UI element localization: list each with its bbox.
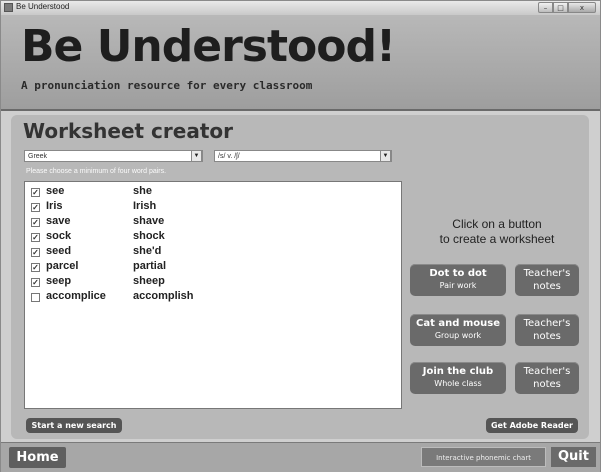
join-the-club-notes-button[interactable]: Teacher's notes: [515, 362, 579, 394]
worksheet-creator-panel: Worksheet creator Greek ▼ /s/ v. /ʃ/ ▼ P…: [11, 115, 589, 439]
chevron-down-icon[interactable]: ▼: [380, 150, 391, 162]
phonemic-chart-button[interactable]: Interactive phonemic chart: [421, 447, 546, 467]
word-2: Irish: [133, 200, 157, 212]
app-window: Be Understood – □ x Be Understood! A pro…: [0, 0, 601, 472]
dot-to-dot-button[interactable]: Dot to dot Pair work: [410, 264, 506, 296]
title-bar: Be Understood – □ x: [1, 1, 600, 15]
dot-to-dot-notes-button[interactable]: Teacher's notes: [515, 264, 579, 296]
word-1: seep: [46, 275, 72, 287]
get-adobe-reader-button[interactable]: Get Adobe Reader: [486, 418, 578, 433]
prompt-line-2: to create a worksheet: [439, 232, 555, 246]
word-1: seed: [46, 245, 72, 257]
word-1: Iris: [46, 200, 63, 212]
window-controls: – □ x: [538, 2, 596, 14]
pair-checkbox[interactable]: ✓: [31, 263, 40, 272]
maximize-button[interactable]: □: [553, 2, 568, 13]
instruction-text: Please choose a minimum of four word pai…: [26, 168, 167, 175]
word-2: sheep: [133, 275, 165, 287]
word-2: she: [133, 185, 152, 197]
word-2: accomplish: [133, 290, 194, 302]
word-2: shock: [133, 230, 165, 242]
prompt-line-1: Click on a button: [452, 217, 542, 231]
word-pair-list: ✓ see she ✓ Iris Irish ✓ save shave ✓ so…: [24, 181, 402, 409]
word-1: save: [46, 215, 71, 227]
button-title-line-2: notes: [533, 281, 561, 292]
button-subtitle: Whole class: [434, 379, 482, 388]
button-title: Dot to dot: [429, 268, 487, 279]
pair-checkbox[interactable]: ✓: [31, 278, 40, 287]
chevron-down-icon[interactable]: ▼: [191, 150, 202, 162]
quit-button[interactable]: Quit: [551, 447, 596, 467]
language-select-value: Greek: [28, 153, 48, 160]
button-title: Join the club: [422, 366, 494, 377]
join-the-club-button[interactable]: Join the club Whole class: [410, 362, 506, 394]
cat-and-mouse-button[interactable]: Cat and mouse Group work: [410, 314, 506, 346]
close-button[interactable]: x: [568, 2, 596, 13]
button-title: Teacher's: [523, 366, 571, 377]
app-header: Be Understood! A pronunciation resource …: [1, 15, 600, 111]
sound-pair-select-value: /s/ v. /ʃ/: [218, 153, 240, 160]
worksheet-prompt: Click on a button to create a worksheet: [409, 217, 585, 247]
word-1: parcel: [46, 260, 79, 272]
word-1: accomplice: [46, 290, 106, 302]
button-title-line-2: notes: [533, 379, 561, 390]
word-2: shave: [133, 215, 165, 227]
pair-checkbox[interactable]: ✓: [31, 233, 40, 242]
button-title: Cat and mouse: [416, 318, 500, 329]
pair-checkbox[interactable]: ✓: [31, 188, 40, 197]
app-tagline: A pronunciation resource for every class…: [21, 79, 313, 92]
section-title: Worksheet creator: [23, 119, 233, 143]
window-title: Be Understood: [16, 2, 70, 11]
cat-and-mouse-notes-button[interactable]: Teacher's notes: [515, 314, 579, 346]
button-subtitle: Group work: [434, 331, 482, 340]
app-logo: Be Understood!: [21, 21, 396, 72]
button-title: Teacher's: [523, 318, 571, 329]
pair-checkbox[interactable]: ✓: [31, 203, 40, 212]
word-1: sock: [46, 230, 72, 242]
home-button[interactable]: Home: [9, 447, 66, 468]
sound-pair-select[interactable]: /s/ v. /ʃ/ ▼: [214, 150, 392, 162]
app-icon: [4, 3, 13, 12]
minimize-button[interactable]: –: [538, 2, 553, 13]
word-1: see: [46, 185, 65, 197]
new-search-button[interactable]: Start a new search: [26, 418, 122, 433]
word-2: she'd: [133, 245, 162, 257]
pair-checkbox[interactable]: ✓: [31, 248, 40, 257]
word-2: partial: [133, 260, 167, 272]
button-title-line-2: notes: [533, 331, 561, 342]
language-select[interactable]: Greek ▼: [24, 150, 203, 162]
button-title: Teacher's: [523, 268, 571, 279]
pair-checkbox[interactable]: [31, 293, 40, 302]
pair-checkbox[interactable]: ✓: [31, 218, 40, 227]
button-subtitle: Pair work: [439, 281, 477, 290]
footer-bar: Home Interactive phonemic chart Quit: [1, 442, 600, 472]
